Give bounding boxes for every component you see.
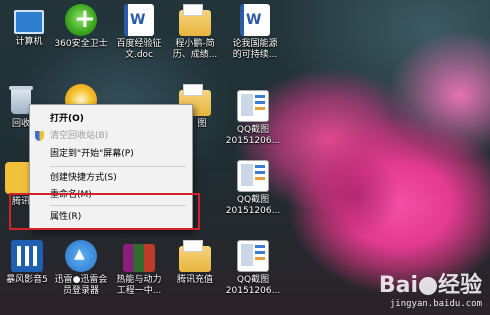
computer-image [14,10,44,34]
desktop: 计算机 360安全卫士 百度经验征 文.doc 程小鹏-简 历、成绩... 论我… [0,0,490,315]
folder-icon[interactable]: 程小鹏-简 历、成绩... [166,4,224,61]
desktop-icon-label: 计算机 [15,37,43,47]
desktop-icon-label: 百度经验征 文.doc [116,39,162,60]
360-security-icon[interactable]: 360安全卫士 [52,4,110,50]
shield-icon [35,131,44,141]
qq-screenshot-icon[interactable]: QQ截图 20151206... [224,90,282,147]
highlight-annotation [9,193,200,230]
baofeng-image [11,240,43,272]
watermark-logo-text-cn: 经验 [437,273,482,298]
paw-icon [418,277,437,295]
watermark-url: jingyan.baidu.com [389,299,482,309]
wallpaper-flower [310,150,400,240]
word-document-icon[interactable]: 百度经验征 文.doc [110,4,168,61]
word-file-image [124,4,154,36]
desktop-icon-label: 论我国能源 的可持续... [232,39,278,60]
baofeng-player-icon[interactable]: 暴风影音5 [0,240,56,286]
360-image [65,4,97,36]
menu-item-pin-to-start[interactable]: 固定到"开始"屏幕(P) [30,146,192,162]
xunlei-icon[interactable]: 迅雷●迅雷会 员登录器 [52,240,110,297]
folder-image [179,4,211,36]
screenshot-image [237,160,269,192]
desktop-icon-label: 迅雷●迅雷会 员登录器 [54,275,108,296]
desktop-icon-label: 暴风影音5 [6,275,48,285]
menu-item-empty-bin: 清空回收站(B) [30,128,192,144]
folder-image [179,240,211,272]
watermark-logo: Bai 经验 [379,267,482,299]
desktop-icon-label: QQ截图 20151206... [225,275,281,296]
menu-item-open[interactable]: 打开(O) [30,111,192,127]
desktop-icon-label: QQ截图 20151206... [225,125,281,146]
menu-item-label: 打开(O) [50,114,84,124]
screenshot-image [237,90,269,122]
desktop-icon-label: 程小鹏-简 历、成绩... [172,39,218,60]
screenshot-image [237,240,269,272]
watermark-logo-text: Bai [378,273,418,298]
word-file-image [240,4,270,36]
desktop-icon-label: 腾讯充值 [176,275,213,285]
desktop-icon-label: 热能与动力 工程一中... [116,275,162,296]
winrar-archive-icon[interactable]: 热能与动力 工程一中... [110,240,168,297]
winrar-image [123,244,155,272]
tencent-recharge-icon[interactable]: 腾讯充值 [166,240,224,286]
desktop-icon-label: QQ截图 20151206... [225,195,281,216]
menu-item-label: 清空回收站(B) [50,131,109,141]
xunlei-image [65,240,97,272]
computer-icon[interactable]: 计算机 [0,4,58,48]
menu-item-label: 固定到"开始"屏幕(P) [50,149,134,159]
menu-item-label: 创建快捷方式(S) [50,173,117,183]
baidu-jingyan-watermark: Bai 经验 jingyan.baidu.com [379,267,482,309]
qq-screenshot-icon[interactable]: QQ截图 20151206... [224,240,282,297]
menu-item-create-shortcut[interactable]: 创建快捷方式(S) [30,170,192,186]
desktop-icon-label: 360安全卫士 [54,39,108,49]
menu-separator [50,166,186,167]
qq-screenshot-icon[interactable]: QQ截图 20151206... [224,160,282,217]
word-document-icon[interactable]: 论我国能源 的可持续... [226,4,284,61]
